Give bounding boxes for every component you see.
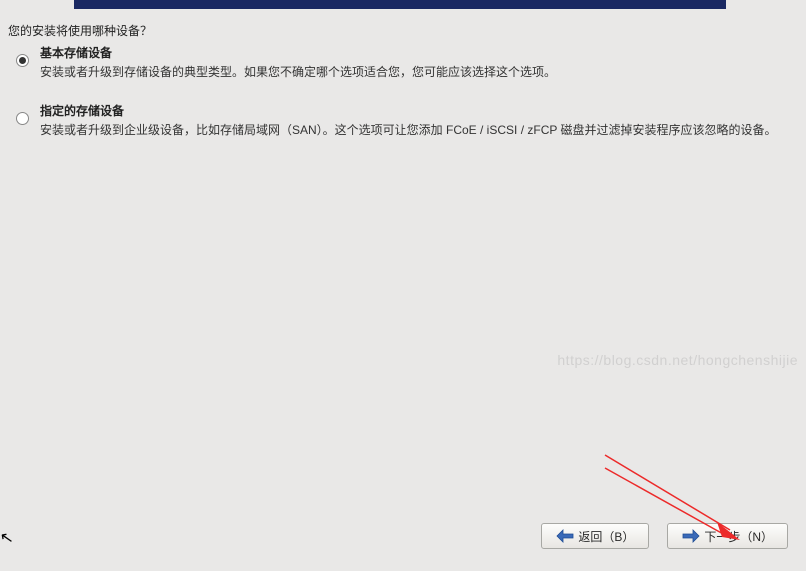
radio-basic-storage[interactable] [16,54,29,67]
next-button[interactable]: 下一步（N） [667,523,788,549]
option-desc: 安装或者升级到企业级设备，比如存储局域网（SAN）。这个选项可让您添加 FCoE… [40,121,786,140]
prompt-text: 您的安装将使用哪种设备？ [8,22,152,39]
mouse-cursor-icon: ↖ [0,527,15,549]
option-title: 基本存储设备 [40,44,786,61]
radio-specified-storage[interactable] [16,112,29,125]
option-specified-storage[interactable]: 指定的存储设备 安装或者升级到企业级设备，比如存储局域网（SAN）。这个选项可让… [12,102,786,140]
option-title: 指定的存储设备 [40,102,786,119]
watermark-text: https://blog.csdn.net/hongchenshijie [557,352,798,368]
arrow-left-icon [556,529,574,543]
back-button[interactable]: 返回（B） [541,523,649,549]
back-button-label: 返回（B） [578,528,634,545]
nav-button-bar: 返回（B） 下一步（N） [541,523,788,549]
storage-options: 基本存储设备 安装或者升级到存储设备的典型类型。如果您不确定哪个选项适合您，您可… [12,44,786,160]
next-button-label: 下一步（N） [704,528,773,545]
option-basic-storage[interactable]: 基本存储设备 安装或者升级到存储设备的典型类型。如果您不确定哪个选项适合您，您可… [12,44,786,82]
header-banner [74,0,726,9]
option-desc: 安装或者升级到存储设备的典型类型。如果您不确定哪个选项适合您，您可能应该选择这个… [40,63,786,82]
arrow-right-icon [682,529,700,543]
